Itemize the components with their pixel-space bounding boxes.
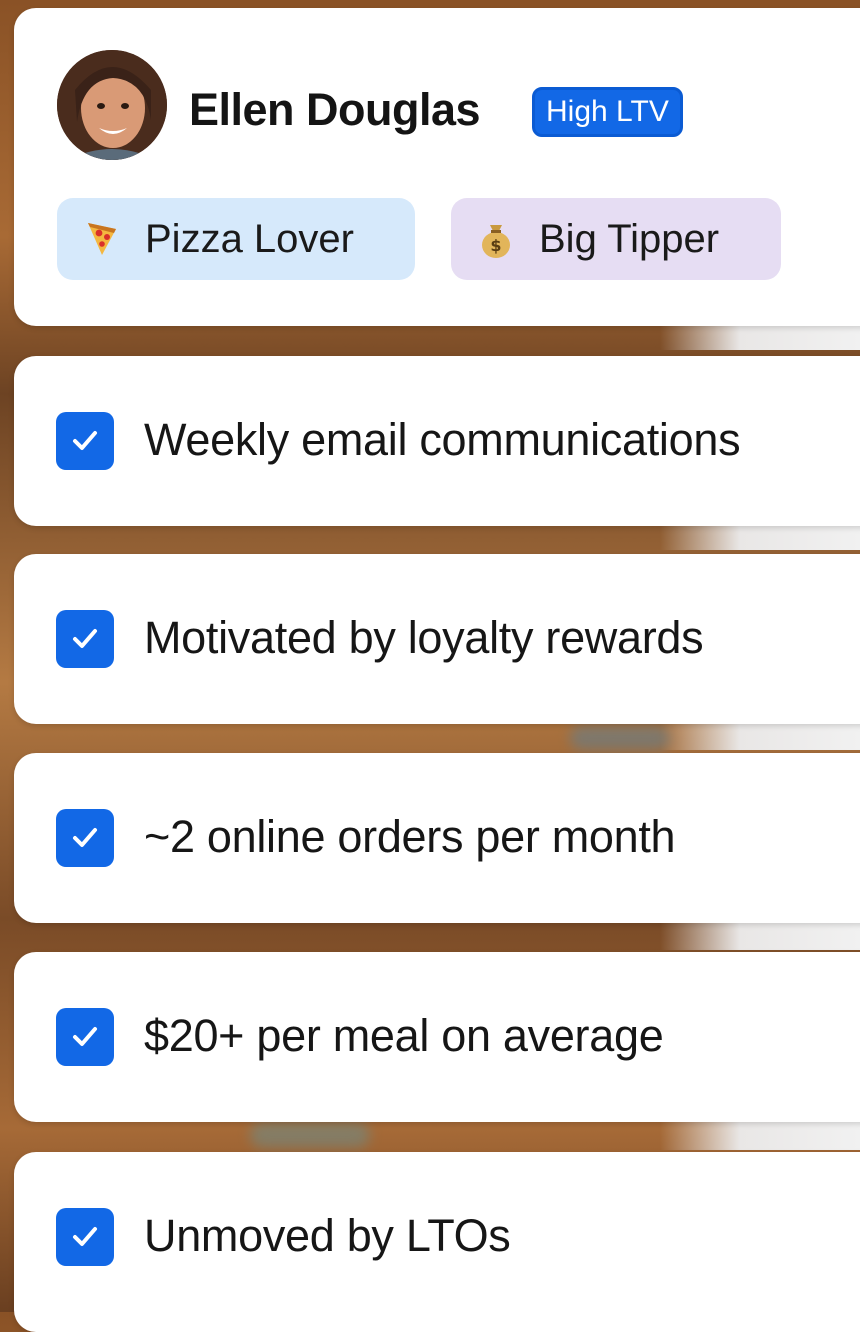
tag-label: Pizza Lover bbox=[145, 216, 354, 261]
checkmark-icon bbox=[73, 828, 97, 847]
checklist-label: Motivated by loyalty rewards bbox=[144, 612, 704, 663]
pizza-icon bbox=[85, 219, 119, 259]
checklist-label: $20+ per meal on average bbox=[144, 1010, 664, 1061]
tag-big-tipper[interactable]: $ Big Tipper bbox=[451, 198, 781, 280]
checklist-item[interactable]: Unmoved by LTOs bbox=[14, 1152, 860, 1332]
money-bag-icon: $ bbox=[479, 219, 513, 259]
checklist-item[interactable]: $20+ per meal on average bbox=[14, 952, 860, 1122]
background-strip bbox=[660, 1122, 860, 1150]
checkmark-icon bbox=[73, 1027, 97, 1046]
checkbox-checked[interactable] bbox=[56, 610, 114, 668]
checklist-item[interactable]: ~2 online orders per month bbox=[14, 753, 860, 923]
background-strip bbox=[660, 322, 860, 350]
checkmark-icon bbox=[73, 1227, 97, 1246]
checkmark-icon bbox=[73, 629, 97, 648]
tag-label: Big Tipper bbox=[539, 216, 720, 261]
avatar bbox=[57, 50, 167, 160]
background-strip bbox=[660, 922, 860, 950]
svg-text:$: $ bbox=[490, 236, 501, 255]
tag-pizza-lover[interactable]: Pizza Lover bbox=[57, 198, 415, 280]
background-blur bbox=[250, 1122, 370, 1148]
checklist-label: Unmoved by LTOs bbox=[144, 1210, 511, 1261]
checklist-label: ~2 online orders per month bbox=[144, 811, 676, 862]
background-blur bbox=[570, 726, 670, 750]
profile-card: Ellen Douglas High LTV Pizza Lover $ Big… bbox=[14, 8, 860, 326]
checklist-label: Weekly email communications bbox=[144, 414, 741, 465]
customer-name: Ellen Douglas bbox=[189, 84, 481, 135]
background-strip bbox=[660, 722, 860, 750]
checkbox-checked[interactable] bbox=[56, 809, 114, 867]
checklist-item[interactable]: Motivated by loyalty rewards bbox=[14, 554, 860, 724]
high-ltv-badge: High LTV bbox=[532, 87, 683, 137]
checkbox-checked[interactable] bbox=[56, 412, 114, 470]
checkbox-checked[interactable] bbox=[56, 1208, 114, 1266]
checkmark-icon bbox=[73, 431, 97, 450]
background-strip bbox=[660, 522, 860, 550]
checklist-item[interactable]: Weekly email communications bbox=[14, 356, 860, 526]
checkbox-checked[interactable] bbox=[56, 1008, 114, 1066]
